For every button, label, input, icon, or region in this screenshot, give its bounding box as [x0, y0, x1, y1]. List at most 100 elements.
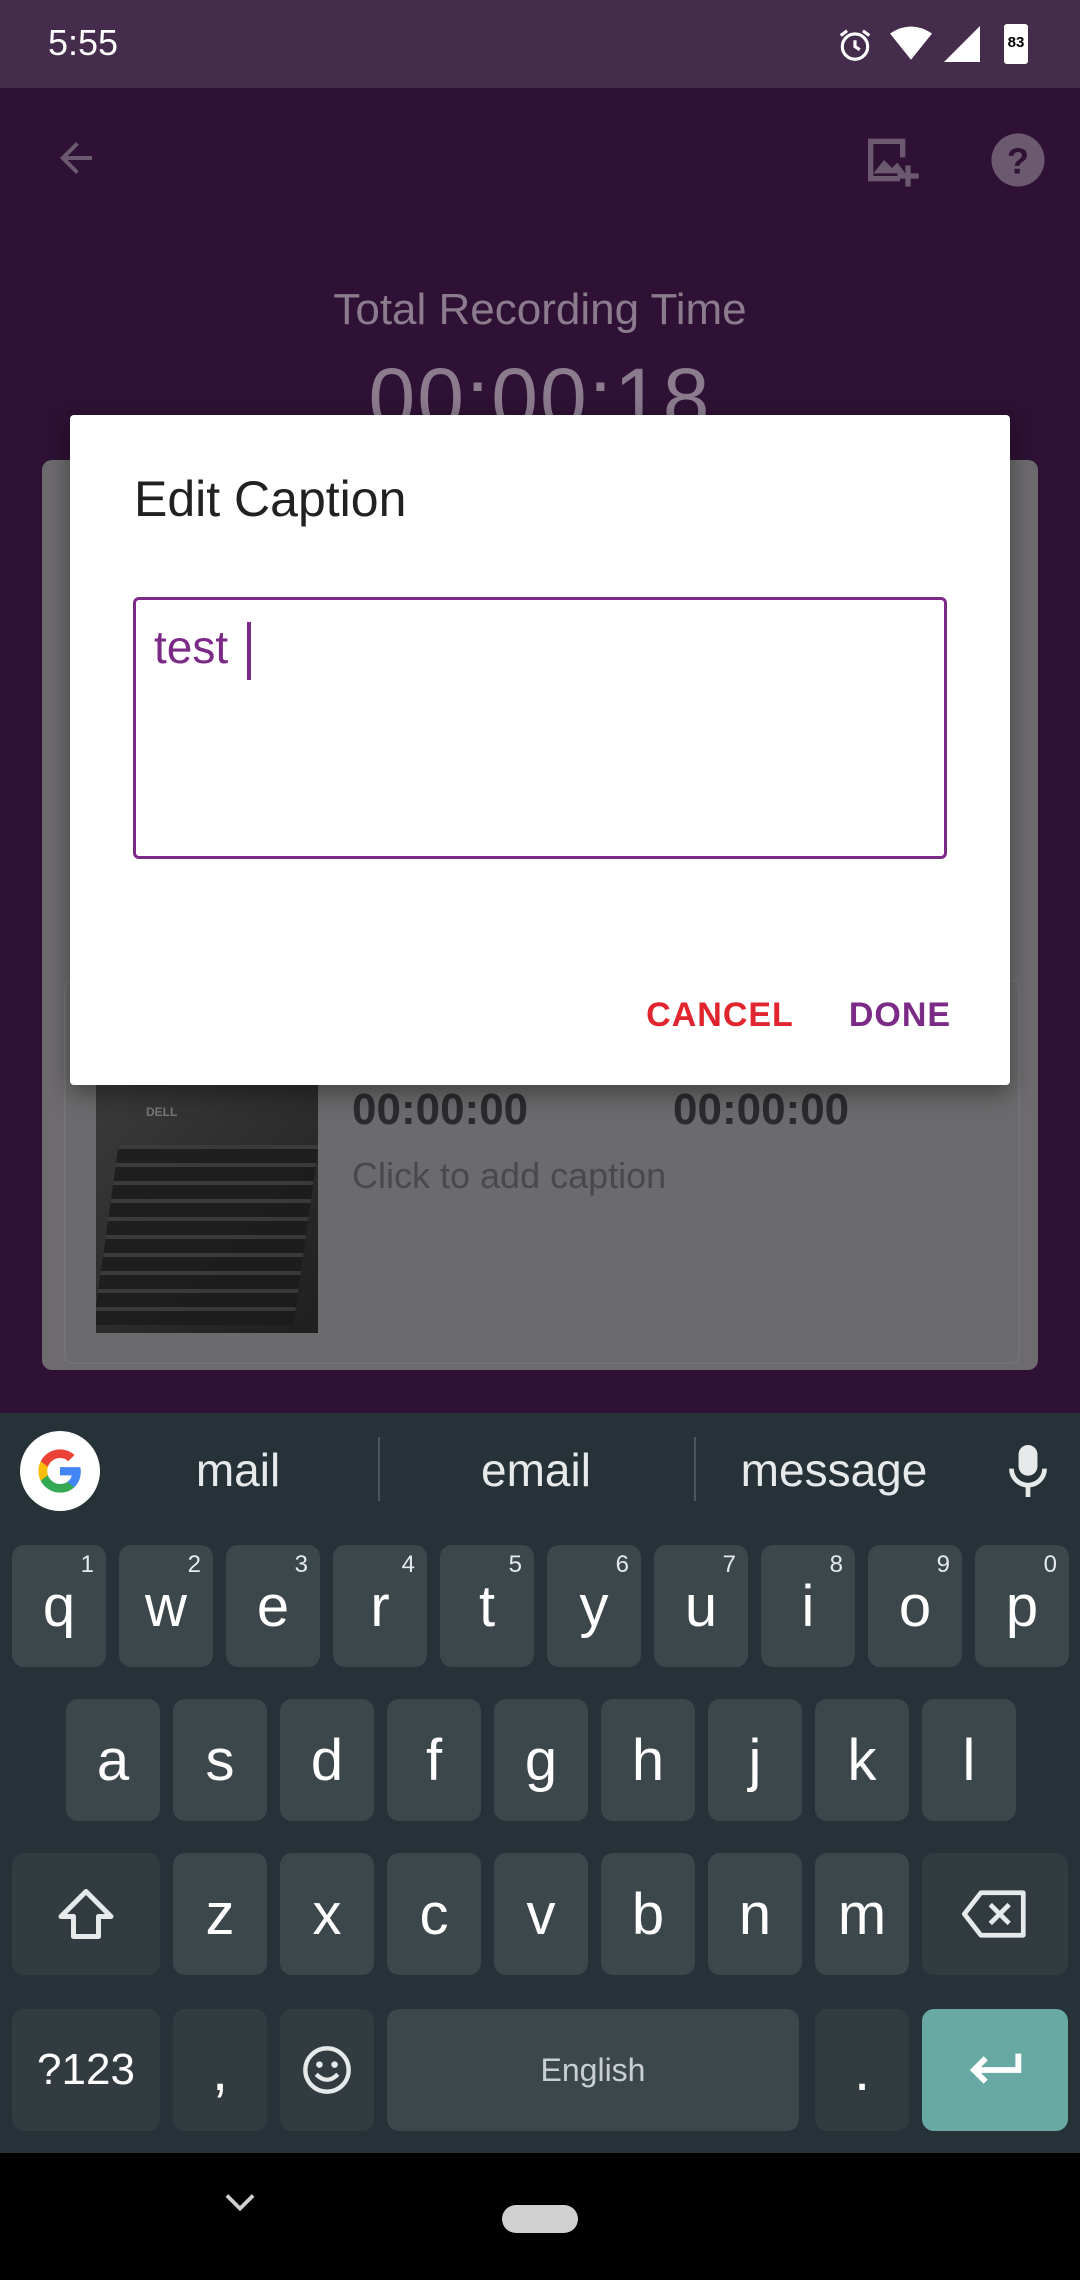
key-y[interactable]: y6 — [547, 1545, 641, 1667]
key-z[interactable]: z — [173, 1853, 267, 1975]
key-x[interactable]: x — [280, 1853, 374, 1975]
total-recording-label: Total Recording Time — [333, 285, 747, 334]
key-q[interactable]: q1 — [12, 1545, 106, 1667]
suggestion-2[interactable]: email — [416, 1443, 656, 1497]
hide-keyboard-button[interactable] — [210, 2173, 270, 2233]
cancel-button[interactable]: CANCEL — [630, 975, 810, 1055]
voice-input-button[interactable] — [990, 1433, 1066, 1509]
symbols-key[interactable]: ?123 — [12, 2009, 160, 2131]
key-hint: 1 — [80, 1551, 94, 1578]
backspace-icon — [962, 1890, 1026, 1938]
battery-level: 83 — [1007, 34, 1025, 51]
key-hint: 4 — [401, 1551, 415, 1578]
key-hint: 0 — [1043, 1551, 1057, 1578]
key-l[interactable]: l — [922, 1699, 1016, 1821]
key-p[interactable]: p0 — [975, 1545, 1069, 1667]
key-hint: 2 — [187, 1551, 201, 1578]
key-t[interactable]: t5 — [440, 1545, 534, 1667]
space-key[interactable]: English — [387, 2009, 799, 2131]
key-u[interactable]: u7 — [654, 1545, 748, 1667]
status-time: 5:55 — [48, 22, 119, 63]
edit-caption-dialog: Edit Caption test CANCEL DONE — [70, 415, 1010, 1085]
google-g-icon — [38, 1449, 81, 1493]
microphone-icon — [1009, 1445, 1047, 1497]
key-v[interactable]: v — [494, 1853, 588, 1975]
wifi-icon — [890, 26, 932, 60]
shift-icon — [58, 1889, 114, 1939]
arrow-back-icon — [60, 142, 92, 174]
caption-input[interactable]: test — [133, 597, 947, 859]
suggestion-1[interactable]: mail — [118, 1443, 358, 1497]
suggestion-divider — [378, 1437, 380, 1501]
add-photo-icon — [868, 138, 919, 187]
suggestion-divider — [694, 1437, 696, 1501]
home-pill[interactable] — [502, 2205, 578, 2233]
emoji-icon — [303, 2046, 351, 2094]
key-c[interactable]: c — [387, 1853, 481, 1975]
text-cursor — [246, 621, 251, 680]
key-label: q — [42, 1573, 76, 1639]
key-o[interactable]: o9 — [868, 1545, 962, 1667]
key-f[interactable]: f — [387, 1699, 481, 1821]
back-button[interactable] — [36, 118, 116, 198]
key-label: y — [579, 1573, 609, 1639]
key-k[interactable]: k — [815, 1699, 909, 1821]
key-m[interactable]: m — [815, 1853, 909, 1975]
help-icon: ? — [991, 133, 1045, 187]
key-label: w — [145, 1573, 187, 1639]
caption-text: test — [154, 621, 241, 673]
done-button[interactable]: DONE — [830, 975, 970, 1055]
backspace-key[interactable] — [922, 1853, 1068, 1975]
svg-text:?: ? — [1007, 140, 1029, 181]
key-hint: 9 — [936, 1551, 950, 1578]
key-hint: 8 — [829, 1551, 843, 1578]
key-a[interactable]: a — [66, 1699, 160, 1821]
key-label: e — [256, 1573, 290, 1639]
google-button[interactable] — [20, 1431, 100, 1511]
chevron-down-icon — [225, 2194, 255, 2212]
caption-hint[interactable]: Click to add caption — [352, 1155, 666, 1197]
comma-key[interactable]: , — [173, 2009, 267, 2131]
clip-end-time: 00:00:00 — [673, 1085, 850, 1134]
emoji-key[interactable] — [280, 2009, 374, 2131]
status-bar: 5:55 83 — [0, 0, 1080, 88]
clip-thumbnail[interactable]: DELL — [96, 1085, 318, 1333]
key-i[interactable]: i8 — [761, 1545, 855, 1667]
key-e[interactable]: e3 — [226, 1545, 320, 1667]
key-hint: 5 — [508, 1551, 522, 1578]
key-g[interactable]: g — [494, 1699, 588, 1821]
key-hint: 3 — [294, 1551, 308, 1578]
key-label: o — [898, 1573, 932, 1639]
key-hint: 7 — [722, 1551, 736, 1578]
thumbnail-keyboard-image — [96, 1145, 318, 1325]
key-n[interactable]: n — [708, 1853, 802, 1975]
key-s[interactable]: s — [173, 1699, 267, 1821]
key-hint: 6 — [615, 1551, 629, 1578]
add-image-button[interactable] — [850, 118, 934, 202]
soft-keyboard: mail email message q1 w2 e3 r4 t5 y6 u7 … — [0, 1413, 1080, 2153]
period-key[interactable]: . — [815, 2009, 909, 2131]
key-label: r — [370, 1573, 390, 1639]
key-label: i — [801, 1573, 815, 1639]
key-j[interactable]: j — [708, 1699, 802, 1821]
key-label: t — [478, 1573, 496, 1639]
key-h[interactable]: h — [601, 1699, 695, 1821]
key-d[interactable]: d — [280, 1699, 374, 1821]
key-w[interactable]: w2 — [119, 1545, 213, 1667]
enter-key[interactable] — [922, 2009, 1068, 2131]
suggestion-3[interactable]: message — [714, 1443, 954, 1497]
help-button[interactable]: ? — [976, 118, 1060, 202]
battery-icon: 83 — [1004, 24, 1028, 64]
signal-icon — [944, 26, 980, 62]
suggestion-strip: mail email message — [0, 1413, 1080, 1529]
key-label: u — [684, 1573, 718, 1639]
dialog-title: Edit Caption — [134, 471, 407, 527]
key-label: p — [1005, 1573, 1039, 1639]
shift-key[interactable] — [12, 1853, 160, 1975]
enter-icon — [969, 2053, 1022, 2084]
thumbnail-brand-text: DELL — [146, 1105, 178, 1119]
alarm-icon — [839, 29, 871, 61]
key-r[interactable]: r4 — [333, 1545, 427, 1667]
app-bar: ? — [0, 88, 1080, 238]
key-b[interactable]: b — [601, 1853, 695, 1975]
